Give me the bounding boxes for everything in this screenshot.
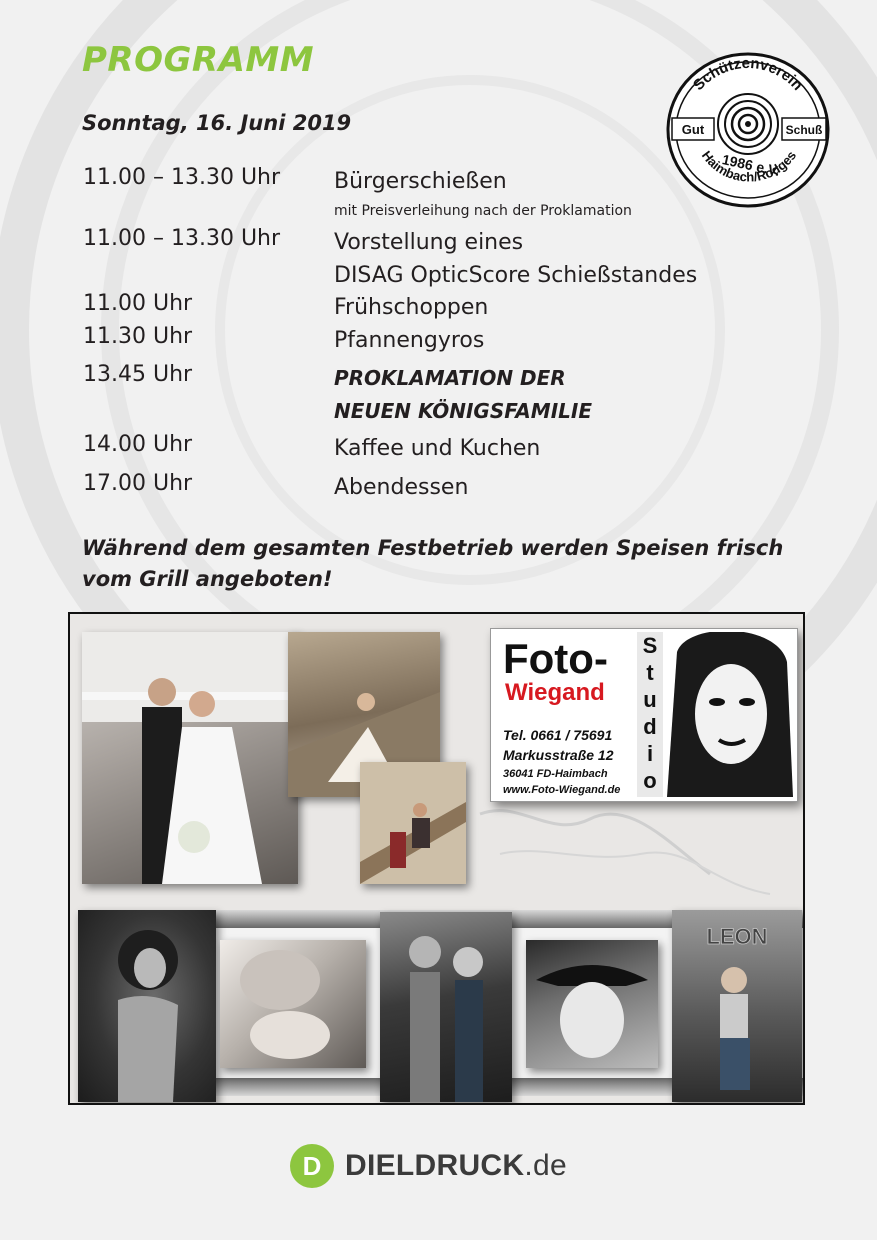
schedule-event: Kaffee und Kuchen xyxy=(334,432,540,465)
dieldruck-logo-icon: D xyxy=(290,1144,334,1188)
event-note: mit Preisverleihung nach der Proklamatio… xyxy=(334,203,632,219)
studio-website: www.Foto-Wiegand.de xyxy=(503,784,621,796)
grill-note-line: Während dem gesamten Festbetrieb werden … xyxy=(82,536,784,560)
footer-brand-name: DIELDRUCK xyxy=(345,1149,525,1182)
studio-brand-top: Foto- xyxy=(503,635,608,682)
grill-note-line: vom Grill angeboten! xyxy=(82,567,333,591)
seal-text-left: Gut xyxy=(682,122,705,137)
schedule-event: Pfannengyros xyxy=(334,324,484,357)
photo-studio-advertisement: Foto- Wiegand S t u d i o Tel. 0661 / 75… xyxy=(68,612,805,1105)
studio-letter: u xyxy=(643,687,657,712)
schedule-time: 11.00 Uhr xyxy=(83,291,193,316)
schedule-event: Abendessen xyxy=(334,471,468,504)
page-title: PROGRAMM xyxy=(82,40,315,80)
schedule-time: 17.00 Uhr xyxy=(83,471,193,496)
studio-letter: S xyxy=(642,633,658,658)
couple-portrait-photo xyxy=(380,912,512,1102)
logo-icon-letter: D xyxy=(303,1151,322,1181)
wedding-couple-photo xyxy=(82,632,298,884)
studio-brand-bottom: Wiegand xyxy=(505,679,605,706)
boy-leon-photo: LEON xyxy=(672,910,802,1102)
schedule-event: Frühschoppen xyxy=(334,291,488,324)
studio-vertical-label: S t u d i o xyxy=(637,632,663,797)
schedule-time: 11.00 – 13.30 Uhr xyxy=(83,226,281,251)
event-line: PROKLAMATION DER xyxy=(334,366,566,390)
event-date: Sonntag, 16. Juni 2019 xyxy=(82,111,352,135)
woman-portrait-photo xyxy=(667,632,793,797)
studio-letter: d xyxy=(643,714,657,739)
event-line: Abendessen xyxy=(334,475,469,500)
event-line: DISAG OpticScore Schießstandes xyxy=(334,263,698,288)
target-icon xyxy=(717,93,779,155)
schedule-time: 11.30 Uhr xyxy=(83,324,193,349)
grill-note: Während dem gesamten Festbetrieb werden … xyxy=(82,533,783,595)
studio-letter: t xyxy=(646,660,654,685)
studio-letter: o xyxy=(643,768,657,793)
schedule-time: 13.45 Uhr xyxy=(83,362,193,387)
woman-with-hat-photo xyxy=(526,940,658,1068)
schedule-time: 11.00 – 13.30 Uhr xyxy=(83,165,281,190)
woman-curly-hair-photo xyxy=(78,910,216,1102)
footer-brand: DIELDRUCK.de xyxy=(345,1149,567,1183)
schedule-event: Bürgerschießen mit Preisverleihung nach … xyxy=(334,165,632,221)
studio-business-card: Foto- Wiegand S t u d i o Tel. 0661 / 75… xyxy=(490,628,798,802)
event-line: Kaffee und Kuchen xyxy=(334,436,541,461)
mother-and-baby-photo xyxy=(220,940,366,1068)
event-line: NEUEN KÖNIGSFAMILIE xyxy=(334,399,592,423)
seal-text-right: Schuß xyxy=(786,123,823,137)
event-line: Pfannengyros xyxy=(334,328,485,353)
studio-phone: Tel. 0661 / 75691 xyxy=(503,727,613,743)
schedule-event-highlight: PROKLAMATION DER NEUEN KÖNIGSFAMILIE xyxy=(334,362,592,428)
club-seal-logo: Schützenverein Haimbach/Rodges Gut Schuß… xyxy=(666,52,830,208)
event-line: Bürgerschießen xyxy=(334,169,507,194)
poster-text: LEON xyxy=(706,924,767,949)
studio-street: Markusstraße 12 xyxy=(503,747,614,763)
event-line: Vorstellung eines xyxy=(334,230,524,255)
studio-letter: i xyxy=(646,741,654,766)
event-line: Frühschoppen xyxy=(334,295,489,320)
schedule-event: Vorstellung eines DISAG OpticScore Schie… xyxy=(334,226,697,292)
studio-city: 36041 FD-Haimbach xyxy=(503,768,608,780)
couple-sitting-photo xyxy=(360,762,466,884)
schedule-time: 14.00 Uhr xyxy=(83,432,193,457)
footer-brand-tld: .de xyxy=(524,1149,567,1182)
